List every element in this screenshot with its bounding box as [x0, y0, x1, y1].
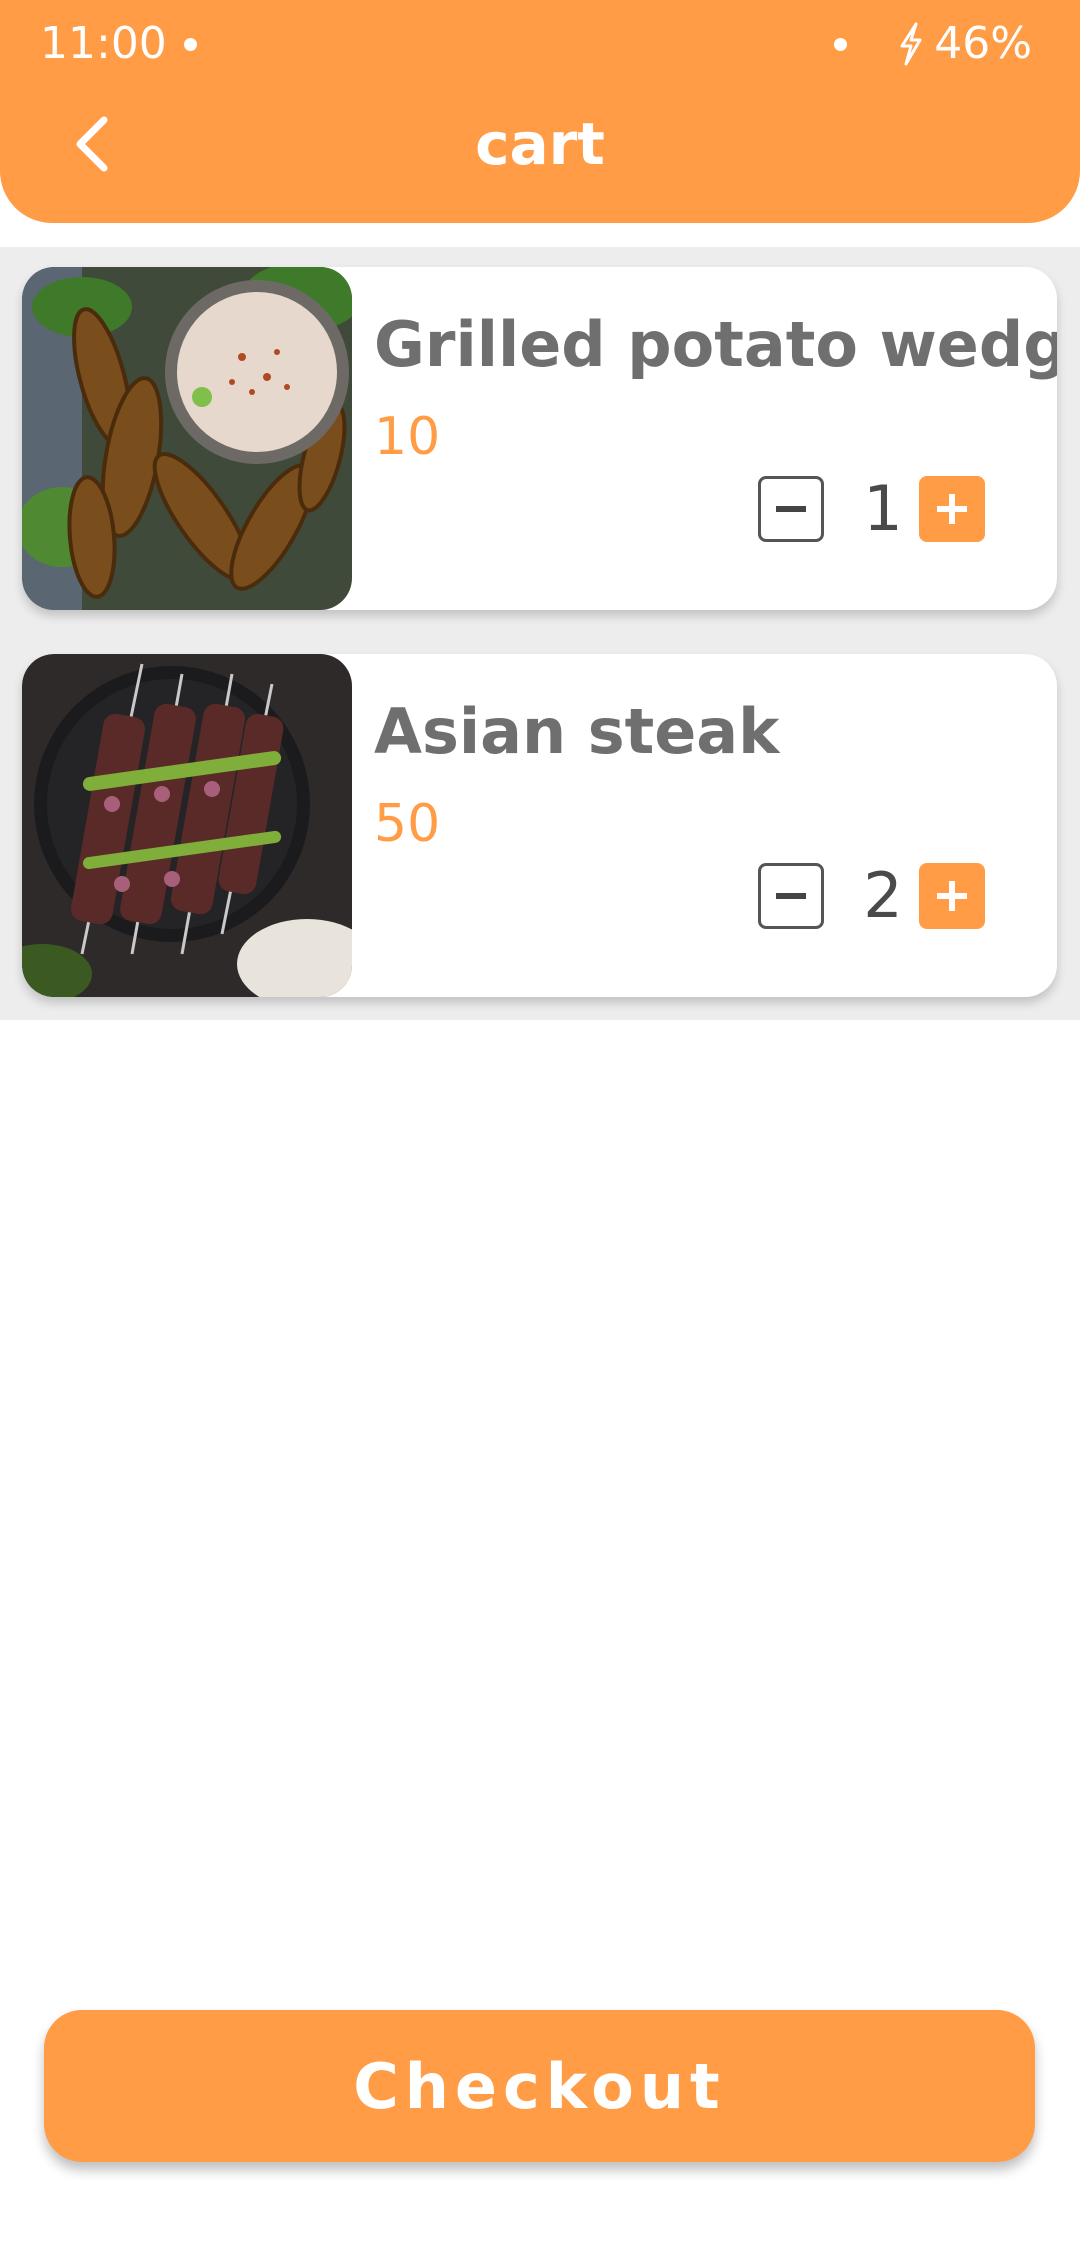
- battery-percent: 46%: [934, 18, 1032, 69]
- item-name: Asian steak: [374, 695, 780, 768]
- minus-icon: [776, 893, 806, 899]
- food-photo-icon: [22, 267, 352, 610]
- status-dot-icon: [834, 38, 847, 51]
- increase-quantity-button[interactable]: [919, 863, 985, 929]
- decrease-quantity-button[interactable]: [758, 863, 824, 929]
- item-image-potato-wedges: [22, 267, 352, 610]
- cart-item[interactable]: Asian steak 50 2: [22, 654, 1057, 997]
- status-time: 11:00: [40, 18, 167, 69]
- notification-dot-icon: [184, 38, 197, 51]
- item-price: 50: [374, 794, 441, 854]
- minus-icon: [776, 506, 806, 512]
- app-bar: 11:00 46% cart: [0, 0, 1080, 223]
- increase-quantity-button[interactable]: [919, 476, 985, 542]
- checkout-button[interactable]: Checkout: [44, 2010, 1035, 2162]
- quantity-value: 1: [863, 472, 903, 545]
- charging-icon: [900, 22, 922, 66]
- quantity-value: 2: [863, 859, 903, 932]
- decrease-quantity-button[interactable]: [758, 476, 824, 542]
- food-photo-icon: [22, 654, 352, 997]
- item-image-asian-steak: [22, 654, 352, 997]
- item-name: Grilled potato wedge fries: [374, 308, 1057, 381]
- plus-icon: [937, 881, 967, 911]
- plus-icon: [937, 494, 967, 524]
- page-title: cart: [475, 110, 605, 178]
- cart-item[interactable]: Grilled potato wedge fries 10 1: [22, 267, 1057, 610]
- battery-status: 46%: [896, 14, 1032, 74]
- item-price: 10: [374, 407, 441, 467]
